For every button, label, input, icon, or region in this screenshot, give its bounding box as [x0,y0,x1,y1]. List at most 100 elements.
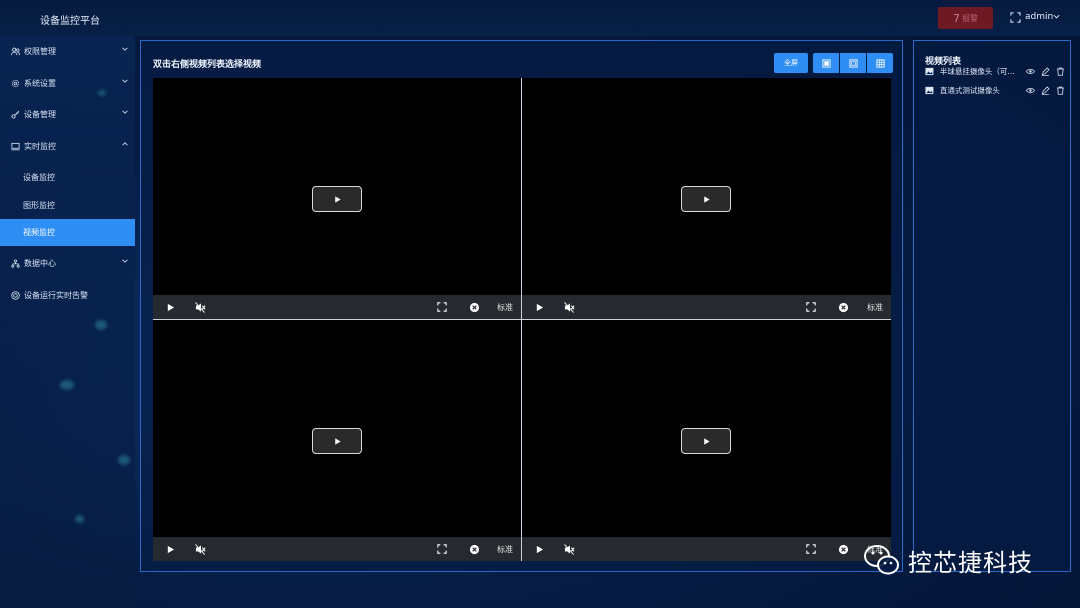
play-button[interactable] [533,543,545,555]
sidebar-item-realtime-alarm[interactable]: 设备运行实时告警 [0,280,135,310]
player-controls: 标准 [153,537,521,561]
single-layout-button[interactable] [813,53,839,73]
wechat-logo-icon [864,545,899,575]
sidebar-item-system-settings[interactable]: 系统设置 [0,68,135,98]
watermark-text: 控芯捷科技 [908,548,1033,577]
trash-icon[interactable] [1056,86,1065,95]
play-icon [334,437,341,445]
background-glow [75,515,84,523]
player-controls: 标准 [522,295,891,319]
chevron-down-icon [122,259,128,263]
play-icon [703,437,710,445]
video-list-item[interactable]: 半球悬挂摄像头（可旋转） [925,64,1065,78]
edit-icon[interactable] [1041,66,1050,76]
video-name: 直通式测试摄像头 [939,85,1000,95]
sidebar-item-device-monitor[interactable]: 设备监控 [0,162,135,192]
users-icon [11,47,20,55]
play-icon [167,545,174,553]
video-player[interactable]: 标准 [522,320,891,561]
background-glow [118,455,130,465]
close-stream-button[interactable] [468,543,480,555]
video-monitor-panel: 双击右侧视频列表选择视频 全屏 标准 标准 标准 标准 [140,40,903,572]
sidebar-item-video-monitor[interactable]: 视频监控 [0,219,135,246]
play-button[interactable] [164,301,176,313]
chevron-down-icon [122,47,128,51]
fullscreen-icon [806,544,816,554]
big-play-button[interactable] [681,428,731,454]
key-icon [11,110,20,119]
gear-icon [11,79,20,87]
fullscreen-toggle[interactable] [436,301,448,313]
sidebar-item-label: 图形监控 [23,200,55,210]
video-player[interactable]: 标准 [522,78,891,319]
video-name: 半球悬挂摄像头（可旋转） [939,66,1021,76]
sidebar-item-permissions[interactable]: 权限管理 [0,36,135,66]
quad-layout-icon [848,58,858,68]
fullscreen-button[interactable]: 全屏 [774,53,808,73]
sidebar-item-graphic-monitor[interactable]: 图形监控 [0,190,135,220]
eye-icon[interactable] [1026,86,1036,95]
close-stream-button[interactable] [837,301,849,313]
video-list-panel: 视频列表 半球悬挂摄像头（可旋转） 直通式测试摄像头 [913,40,1071,572]
fullscreen-icon[interactable] [1010,12,1021,23]
fullscreen-toggle[interactable] [436,543,448,555]
play-button[interactable] [164,543,176,555]
app-title: 设备监控平台 [40,16,100,27]
close-stream-button[interactable] [837,543,849,555]
close-stream-button[interactable] [468,301,480,313]
quality-selector[interactable]: 标准 [497,544,513,555]
mute-button[interactable] [194,301,206,313]
play-icon [167,303,174,311]
chevron-down-icon [122,79,128,83]
video-player[interactable]: 标准 [153,78,521,319]
quality-selector[interactable]: 标准 [867,302,883,313]
big-play-button[interactable] [312,186,362,212]
fullscreen-toggle[interactable] [805,543,817,555]
play-icon [334,195,341,203]
player-controls: 标准 [153,295,521,319]
sidebar-item-label: 设备监控 [23,172,55,182]
chevron-down-icon[interactable] [1052,12,1061,21]
big-play-button[interactable] [312,428,362,454]
fullscreen-icon [806,302,816,312]
user-menu[interactable]: admin [1025,12,1053,22]
mute-button[interactable] [563,543,575,555]
close-circle-icon [838,544,848,554]
edit-icon[interactable] [1041,85,1050,95]
video-player[interactable]: 标准 [153,320,521,561]
alarm-label: 报警 [962,13,978,23]
video-grid: 标准 标准 标准 标准 [153,78,891,561]
sidebar-item-label: 视频监控 [23,228,55,237]
quality-selector[interactable]: 标准 [497,302,513,313]
eye-icon[interactable] [1026,67,1036,76]
big-play-button[interactable] [681,186,731,212]
mute-button[interactable] [563,301,575,313]
close-circle-icon [838,302,848,312]
layout-switcher [813,53,893,73]
trash-icon[interactable] [1056,67,1065,76]
close-circle-icon [469,302,479,312]
quad-layout-button[interactable] [840,53,866,73]
nine-layout-button[interactable] [867,53,893,73]
muted-speaker-icon [563,301,575,313]
sidebar-item-label: 数据中心 [24,258,56,268]
panel-title: 双击右侧视频列表选择视频 [153,60,262,70]
muted-speaker-icon [563,543,575,555]
background-glow [95,320,107,330]
sidebar-item-data-center[interactable]: 数据中心 [0,248,135,278]
chevron-up-icon [122,142,128,146]
play-icon [536,303,543,311]
sidebar-item-realtime-monitor[interactable]: 实时监控 [0,131,135,161]
alarm-button[interactable]: 7 报警 [938,7,993,29]
sidebar-item-device-management[interactable]: 设备管理 [0,99,135,129]
fullscreen-toggle[interactable] [805,301,817,313]
play-button[interactable] [533,301,545,313]
alarm-count: 7 [953,11,960,25]
mute-button[interactable] [194,543,206,555]
muted-speaker-icon [194,543,206,555]
sidebar-item-label: 设备运行实时告警 [24,290,88,300]
alert-circle-icon [11,290,20,300]
player-controls: 标准 [522,537,891,561]
video-list-item[interactable]: 直通式测试摄像头 [925,83,1065,97]
sidebar-item-label: 实时监控 [24,141,56,151]
